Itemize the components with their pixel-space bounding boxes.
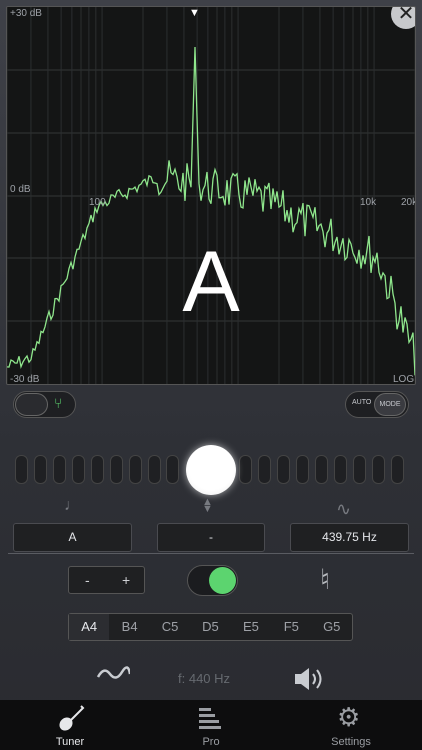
tab-tuner-label: Tuner xyxy=(55,736,85,748)
sound-button[interactable] xyxy=(293,665,327,698)
bars-icon[interactable] xyxy=(197,706,223,732)
string-selector[interactable]: A4 B4 C5 D5 E5 F5 G5 xyxy=(68,613,353,641)
mode-label: MODE xyxy=(374,393,406,416)
tab-tuner[interactable]: Tuner xyxy=(20,700,120,750)
reference-frequency[interactable]: f: 440 Hz xyxy=(178,671,230,686)
tab-settings[interactable]: ⚙ Settings xyxy=(301,700,401,750)
spectrum-toggle[interactable]: ⑂ xyxy=(13,391,76,418)
tab-settings-label: Settings xyxy=(331,736,371,748)
meter-segment xyxy=(391,455,404,484)
detected-note-display: A xyxy=(182,234,240,330)
tab-pro[interactable]: Pro xyxy=(161,700,261,750)
meter-segment xyxy=(15,455,28,484)
meter-segment xyxy=(53,455,66,484)
string-g5[interactable]: G5 xyxy=(312,614,352,640)
x-axis-label-100: 100 xyxy=(89,197,106,208)
stepper-minus-button[interactable]: - xyxy=(85,572,90,588)
peak-marker-icon: ▼ xyxy=(189,7,200,19)
meter-segment xyxy=(91,455,104,484)
tuning-indicator xyxy=(186,445,236,495)
wave-icon: ∿ xyxy=(336,499,352,519)
note-field[interactable]: A xyxy=(13,523,132,552)
meter-segment xyxy=(148,455,161,484)
meter-segment xyxy=(258,455,271,484)
divider xyxy=(8,553,414,554)
meter-segment xyxy=(277,455,290,484)
cents-field[interactable]: - xyxy=(157,523,265,552)
meter-segment xyxy=(72,455,85,484)
cents-arrows-icon: ▲ ▼ xyxy=(202,496,213,515)
string-b4[interactable]: B4 xyxy=(109,614,149,640)
toggle-knob xyxy=(209,567,236,594)
meter-segment xyxy=(296,455,309,484)
meter-segment xyxy=(353,455,366,484)
string-a4[interactable]: A4 xyxy=(69,614,110,640)
auto-mode-switch[interactable]: AUTO MODE xyxy=(345,391,409,418)
waveform-button[interactable] xyxy=(96,664,132,689)
stepper-plus-button[interactable]: + xyxy=(122,572,130,588)
frequency-field[interactable]: 439.75 Hz xyxy=(290,523,409,552)
tab-bar: Tuner Pro ⚙ Settings xyxy=(0,700,422,750)
close-icon[interactable]: ✕ xyxy=(398,7,415,25)
y-axis-bottom-label: -30 dB xyxy=(10,374,40,385)
string-c5[interactable]: C5 xyxy=(150,614,190,640)
meter-segment xyxy=(34,455,47,484)
meter-segment xyxy=(239,455,252,484)
speaker-icon[interactable] xyxy=(293,665,327,693)
guitar-icon[interactable] xyxy=(55,704,85,734)
meter-segment xyxy=(372,455,385,484)
toggle-knob xyxy=(15,393,48,416)
meter-segment xyxy=(315,455,328,484)
transpose-stepper[interactable]: - + xyxy=(68,566,145,594)
x-axis-label-20k: 20k xyxy=(401,197,416,208)
tuner-on-toggle[interactable] xyxy=(187,565,238,596)
y-axis-mid-label: 0 dB xyxy=(10,184,31,195)
spectrum-analyzer: +30 dB 0 dB -30 dB 100 10k 20k LOG A ▼ ✕ xyxy=(6,6,416,385)
string-e5[interactable]: E5 xyxy=(231,614,271,640)
meter-segment xyxy=(110,455,123,484)
y-axis-top-label: +30 dB xyxy=(10,8,42,19)
scale-mode-label: LOG xyxy=(393,374,415,385)
gear-icon[interactable]: ⚙ xyxy=(337,702,360,733)
natural-accidental-button[interactable]: ♮ xyxy=(320,563,330,596)
meter-segment xyxy=(334,455,347,484)
tuning-fork-icon: ⑂ xyxy=(54,395,63,411)
note-icon: ♩ xyxy=(64,497,80,514)
string-f5[interactable]: F5 xyxy=(271,614,311,640)
tab-pro-label: Pro xyxy=(202,736,220,748)
x-axis-label-10k: 10k xyxy=(360,197,377,208)
auto-label: AUTO xyxy=(352,399,372,406)
string-d5[interactable]: D5 xyxy=(190,614,230,640)
meter-segment xyxy=(166,455,179,484)
waveform-icon[interactable] xyxy=(96,664,132,684)
meter-segment xyxy=(129,455,142,484)
